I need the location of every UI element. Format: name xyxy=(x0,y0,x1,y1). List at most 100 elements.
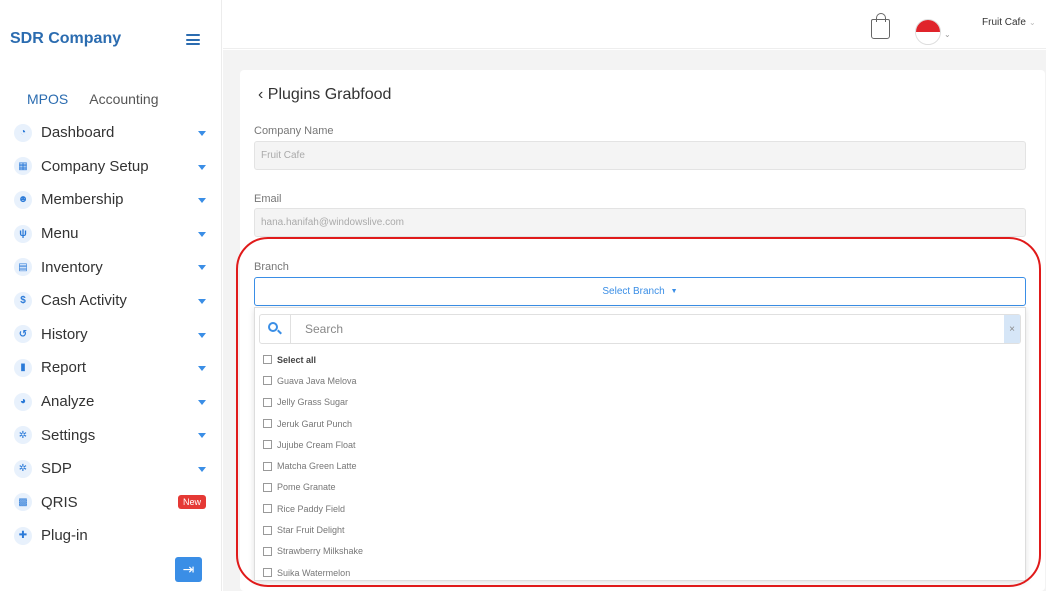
sidebar-menu: ◔ Dashboard ▦ Company Setup ☻ Membership… xyxy=(14,116,210,553)
branch-option[interactable]: Jujube Cream Float xyxy=(263,434,363,455)
chevron-down-icon xyxy=(198,298,206,304)
search-icon xyxy=(268,322,278,332)
inventory-icon: ▤ xyxy=(14,258,32,277)
dollar-icon: $ xyxy=(14,291,32,310)
building-icon: ▦ xyxy=(14,157,32,176)
tab-accounting[interactable]: Accounting xyxy=(89,91,158,107)
checkbox[interactable] xyxy=(263,525,272,535)
option-label: Jeruk Garut Punch xyxy=(277,418,353,429)
plug-icon: ✚ xyxy=(14,526,32,545)
branch-option[interactable]: Matcha Green Latte xyxy=(263,455,363,476)
chevron-down-icon xyxy=(198,164,206,170)
tab-mpos[interactable]: MPOS xyxy=(27,91,68,107)
branch-option[interactable]: Strawberry Milkshake xyxy=(263,541,363,562)
page-title-back[interactable]: ‹ Plugins Grabfood xyxy=(258,86,391,104)
sidebar-item-label: Analyze xyxy=(41,393,95,411)
checkbox[interactable] xyxy=(263,397,272,407)
sidebar-item-label: Inventory xyxy=(41,258,103,276)
brand-title[interactable]: SDR Company xyxy=(10,30,121,48)
user-menu[interactable]: Fruit Cafe xyxy=(982,17,1026,28)
checkbox[interactable] xyxy=(263,482,272,492)
branch-option[interactable]: Guava Java Melova xyxy=(263,370,363,391)
option-label: Guava Java Melova xyxy=(277,375,357,386)
sidebar-item-qris[interactable]: ▩ QRIS New xyxy=(14,486,210,520)
branch-select[interactable]: Select Branch ▼ xyxy=(254,277,1026,306)
sidebar-item-label: Report xyxy=(41,359,87,377)
option-label: Select all xyxy=(277,354,317,365)
logout-button[interactable]: ⇥ xyxy=(175,557,202,582)
checkbox[interactable] xyxy=(263,376,272,386)
email-label: Email xyxy=(254,193,282,205)
sign-out-icon: ⇥ xyxy=(182,561,195,577)
sidebar-item-plug-in[interactable]: ✚ Plug-in xyxy=(14,519,210,553)
checkbox[interactable] xyxy=(263,440,272,450)
branch-option[interactable]: Rice Paddy Field xyxy=(263,498,363,519)
checkbox[interactable] xyxy=(263,504,272,514)
sidebar-item-analyze[interactable]: ◕ Analyze xyxy=(14,385,210,419)
sidebar-item-label: Company Setup xyxy=(41,157,149,175)
sidebar-tabs: MPOS Accounting xyxy=(27,91,159,107)
chevron-down-icon xyxy=(198,265,206,271)
email-field: hana.hanifah@windowslive.com xyxy=(254,208,1026,237)
branch-option[interactable]: Suika Watermelon xyxy=(263,562,363,583)
search-box: × xyxy=(259,314,1021,344)
chevron-down-icon xyxy=(198,466,206,472)
select-all-option[interactable]: Select all xyxy=(263,349,363,370)
company-name-label: Company Name xyxy=(254,125,334,137)
option-label: Jujube Cream Float xyxy=(277,439,356,450)
sidebar-item-label: Settings xyxy=(41,426,96,444)
chevron-down-icon xyxy=(198,399,206,405)
history-icon: ↺ xyxy=(14,325,32,344)
pie-chart-icon: ◕ xyxy=(14,392,32,411)
branch-option[interactable]: Jeruk Garut Punch xyxy=(263,413,363,434)
checkbox[interactable] xyxy=(263,568,272,578)
shopping-bag-icon[interactable] xyxy=(871,13,890,39)
sidebar-item-settings[interactable]: ✲ Settings xyxy=(14,418,210,452)
sidebar-item-report[interactable]: ▮ Report xyxy=(14,351,210,385)
sidebar-item-label: SDP xyxy=(41,460,72,478)
sidebar-item-label: Plug-in xyxy=(41,527,88,545)
checkbox[interactable] xyxy=(263,419,272,429)
option-label: Pome Granate xyxy=(277,482,336,493)
hamburger-menu-icon[interactable] xyxy=(186,34,200,45)
branch-option[interactable]: Star Fruit Delight xyxy=(263,519,363,540)
sidebar-item-label: Dashboard xyxy=(41,124,115,142)
sidebar-item-sdp[interactable]: ✲ SDP xyxy=(14,452,210,486)
sidebar-item-label: Menu xyxy=(41,225,79,243)
file-icon: ▮ xyxy=(14,358,32,377)
users-icon: ☻ xyxy=(14,190,32,209)
language-flag-icon[interactable] xyxy=(915,19,941,45)
chevron-down-icon xyxy=(198,332,206,338)
sidebar-item-inventory[interactable]: ▤ Inventory xyxy=(14,250,210,284)
caret-down-icon: ▼ xyxy=(670,288,678,295)
clear-search-button[interactable]: × xyxy=(1004,315,1020,343)
new-badge: New xyxy=(177,494,206,509)
search-input[interactable] xyxy=(290,315,1000,343)
option-label: Rice Paddy Field xyxy=(277,503,346,514)
sidebar-item-label: History xyxy=(41,325,88,343)
checkbox[interactable] xyxy=(263,355,272,365)
sidebar-item-label: Membership xyxy=(41,191,124,209)
option-label: Strawberry Milkshake xyxy=(277,546,364,557)
chevron-down-icon: ⌄ xyxy=(944,30,951,39)
option-label: Star Fruit Delight xyxy=(277,525,345,536)
sidebar-item-company-setup[interactable]: ▦ Company Setup xyxy=(14,150,210,184)
sidebar-item-history[interactable]: ↺ History xyxy=(14,318,210,352)
sidebar-item-cash-activity[interactable]: $ Cash Activity xyxy=(14,284,210,318)
branch-option[interactable]: Pome Granate xyxy=(263,477,363,498)
sidebar: SDR Company MPOS Accounting ◔ Dashboard … xyxy=(0,0,222,591)
checkbox[interactable] xyxy=(263,546,272,556)
option-label: Jelly Grass Sugar xyxy=(277,397,349,408)
sidebar-item-menu[interactable]: ψ Menu xyxy=(14,217,210,251)
chevron-down-icon xyxy=(198,131,206,136)
page-title: Plugins Grabfood xyxy=(267,86,392,103)
checkbox[interactable] xyxy=(263,461,272,471)
chevron-down-icon xyxy=(198,366,206,372)
sidebar-item-membership[interactable]: ☻ Membership xyxy=(14,183,210,217)
chevron-down-icon xyxy=(198,433,206,439)
chevron-down-icon xyxy=(198,198,206,204)
branch-option[interactable]: Jelly Grass Sugar xyxy=(263,392,363,413)
sidebar-item-label: Cash Activity xyxy=(41,292,127,310)
sidebar-item-dashboard[interactable]: ◔ Dashboard xyxy=(14,116,210,150)
company-name-field: Fruit Cafe xyxy=(254,141,1026,170)
